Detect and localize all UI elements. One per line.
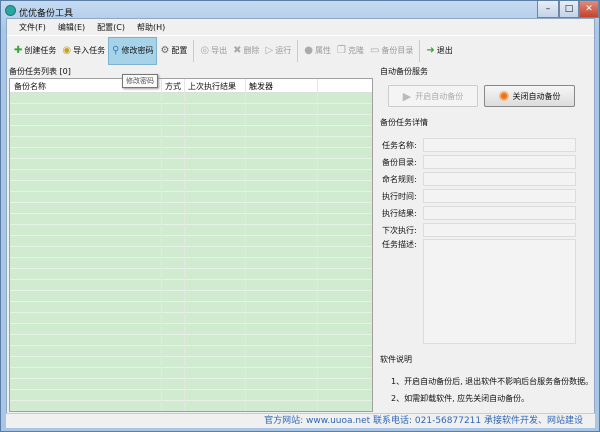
field-input[interactable] (423, 172, 576, 186)
client-area: 文件(F) 编辑(E) 配置(C) 帮助(H) ✚ 创建任务 ◉ 导入任务 ⚲ 修改密码 ⚙… (6, 18, 595, 428)
toolbar: ✚ 创建任务 ◉ 导入任务 ⚲ 修改密码 ⚙ 配置 ◎ 导出 ✖ 删除 ▷ 运行 ● 属性 ❐ 克隆 ▭ 备份目录 ➜ 退… (7, 35, 594, 65)
key-icon: ⚲ (112, 45, 120, 56)
col-mode[interactable]: 方式 (165, 81, 181, 92)
maximize-button[interactable]: □ (559, 1, 579, 18)
app-window: 优优备份工具 – □ ✕ 文件(F) 编辑(E) 配置(C) 帮助(H) ✚ 创建… (0, 0, 600, 432)
toolbar-button-3[interactable]: ⚙ 配置 (157, 37, 190, 65)
import-icon: ◉ (62, 45, 72, 56)
field-label: 下次执行: (382, 226, 417, 235)
start-auto-backup-button[interactable]: ▶ 开启自动备份 (388, 85, 478, 107)
field-label: 备份目录: (382, 158, 417, 167)
toolbar-button-4[interactable]: ◎ 导出 (197, 37, 230, 65)
service-title: 自动备份服务 (380, 67, 428, 76)
field-input[interactable] (423, 206, 576, 220)
menu-edit[interactable]: 编辑(E) (52, 19, 91, 34)
folder-icon: ▭ (369, 45, 380, 56)
toolbar-button-7[interactable]: ● 属性 (301, 37, 334, 65)
delete-icon: ✖ (233, 45, 242, 56)
field-label: 执行时间: (382, 192, 417, 201)
stop-auto-backup-button[interactable]: 关闭自动备份 (484, 85, 575, 107)
tooltip: 修改密码 (122, 74, 158, 88)
note-2: 2、如需卸载软件, 应先关闭自动备份。 (391, 394, 530, 403)
plus-icon: ✚ (14, 45, 23, 56)
field-input[interactable] (423, 138, 576, 152)
task-table: 备份名称 方式 上次执行结果 触发器 (9, 78, 373, 412)
minimize-button[interactable]: – (537, 1, 559, 18)
details-title: 备份任务详情 (380, 118, 428, 127)
col-name[interactable]: 备份名称 (14, 81, 46, 92)
menu-file[interactable]: 文件(F) (13, 19, 52, 34)
notes-title: 软件说明 (380, 355, 412, 364)
toolbar-button-1[interactable]: ◉ 导入任务 (59, 37, 108, 65)
export-icon: ◎ (200, 45, 210, 56)
menu-bar: 文件(F) 编辑(E) 配置(C) 帮助(H) (7, 19, 594, 34)
list-title: 备份任务列表 [0] (9, 67, 71, 76)
run-icon: ▷ (265, 45, 274, 56)
field-input[interactable] (423, 189, 576, 203)
desc-textarea[interactable] (423, 239, 576, 344)
note-1: 1、开启自动备份后, 退出软件不影响后台服务备份数据。 (391, 377, 594, 386)
col-trigger[interactable]: 触发器 (249, 81, 273, 92)
field-label: 任务名称: (382, 141, 417, 150)
gear-icon: ⚙ (160, 45, 170, 56)
close-button[interactable]: ✕ (579, 1, 599, 18)
app-icon (5, 5, 16, 16)
toolbar-button-9[interactable]: ▭ 备份目录 (367, 37, 416, 65)
toolbar-separator (297, 39, 299, 62)
toolbar-separator (419, 39, 421, 62)
toolbar-button-2[interactable]: ⚲ 修改密码 (108, 36, 158, 65)
field-input[interactable] (423, 223, 576, 237)
menu-help[interactable]: 帮助(H) (131, 19, 171, 34)
clone-icon: ❐ (336, 45, 346, 56)
stop-icon (498, 91, 509, 101)
col-last-result[interactable]: 上次执行结果 (188, 81, 236, 92)
exit-icon: ➜ (426, 45, 435, 56)
toolbar-button-8[interactable]: ❐ 克隆 (334, 37, 367, 65)
properties-icon: ● (304, 45, 313, 56)
field-input[interactable] (423, 155, 576, 169)
toolbar-separator (193, 39, 195, 62)
desc-label: 任务描述: (382, 240, 417, 249)
toolbar-button-0[interactable]: ✚ 创建任务 (11, 37, 59, 65)
toolbar-button-10[interactable]: ➜ 退出 (423, 37, 455, 65)
toolbar-button-6[interactable]: ▷ 运行 (263, 37, 295, 65)
toolbar-button-5[interactable]: ✖ 删除 (230, 37, 262, 65)
field-label: 命名规则: (382, 175, 417, 184)
play-icon: ▶ (402, 89, 412, 103)
field-label: 执行结果: (382, 209, 417, 218)
status-bar[interactable]: 官方网站: www.uuoa.net 联系电话: 021-56877211 承接… (6, 413, 595, 428)
menu-config[interactable]: 配置(C) (91, 19, 131, 34)
